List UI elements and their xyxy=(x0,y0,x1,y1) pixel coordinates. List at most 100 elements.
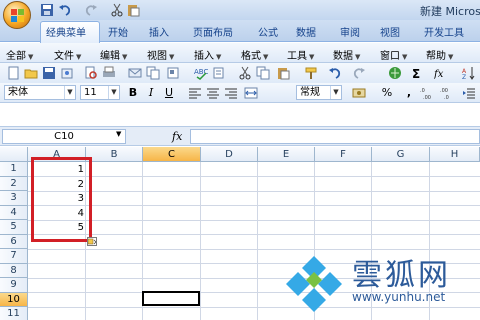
insert-function-button[interactable]: fx xyxy=(172,130,182,143)
menu-edit[interactable]: 编辑 ▼ xyxy=(100,47,127,62)
bold-button[interactable]: B xyxy=(126,86,140,100)
menu-window[interactable]: 窗口 ▼ xyxy=(380,47,407,62)
redo-icon[interactable] xyxy=(84,3,98,17)
undo-icon[interactable] xyxy=(58,3,72,17)
increase-decimal-icon[interactable]: .0.00 xyxy=(420,86,434,101)
highlight-annotation-box xyxy=(31,157,92,242)
row-header-3[interactable]: 3 xyxy=(0,191,28,206)
office-button[interactable] xyxy=(3,1,31,29)
column-header-d[interactable]: D xyxy=(201,147,258,162)
column-header-e[interactable]: E xyxy=(258,147,315,162)
font-size-select[interactable]: 11 ▼ xyxy=(80,85,120,100)
undo-icon[interactable] xyxy=(328,66,342,80)
decrease-decimal-icon[interactable]: .00.0 xyxy=(440,86,454,101)
menu-view-label: 视图 xyxy=(147,51,167,62)
new-document-icon[interactable] xyxy=(6,66,20,80)
menu-all[interactable]: 全部 ▼ xyxy=(6,47,33,62)
row-header-8[interactable]: 8 xyxy=(0,263,28,278)
menu-data[interactable]: 数据 ▼ xyxy=(333,47,360,62)
column-header-h[interactable]: H xyxy=(430,147,480,162)
tab-data[interactable]: 数据 xyxy=(296,24,316,39)
tab-home[interactable]: 开始 xyxy=(108,24,128,39)
currency-format-icon[interactable] xyxy=(352,86,366,100)
autosum-icon[interactable]: Σ xyxy=(410,66,424,81)
save-icon[interactable] xyxy=(40,3,54,17)
svg-text:.0: .0 xyxy=(444,95,449,100)
format-painter-icon[interactable] xyxy=(304,66,318,80)
redo-icon[interactable] xyxy=(352,66,366,80)
menu-format[interactable]: 格式 ▼ xyxy=(241,47,268,62)
chevron-down-icon: ▼ xyxy=(108,86,119,99)
row-header-2[interactable]: 2 xyxy=(0,176,28,191)
print-preview-icon[interactable] xyxy=(84,66,98,80)
chevron-down-icon: ▼ xyxy=(355,53,361,61)
font-name-select[interactable]: 宋体 ▼ xyxy=(4,85,76,100)
paste-icon[interactable] xyxy=(126,3,140,17)
column-header-g[interactable]: G xyxy=(372,147,430,162)
save-icon[interactable] xyxy=(42,66,56,80)
name-box[interactable]: C10 xyxy=(2,129,126,144)
window-title: 新建 Micros xyxy=(420,5,480,18)
tab-view[interactable]: 视图 xyxy=(380,24,400,39)
permission-icon[interactable] xyxy=(60,66,74,80)
email-icon[interactable] xyxy=(128,66,142,80)
menu-all-label: 全部 xyxy=(6,51,26,62)
row-header-11[interactable]: 11 xyxy=(0,307,28,320)
align-left-icon[interactable] xyxy=(188,86,202,100)
open-folder-icon[interactable] xyxy=(24,66,38,80)
row-header-9[interactable]: 9 xyxy=(0,278,28,293)
paste-icon[interactable] xyxy=(276,66,290,80)
menu-insert[interactable]: 插入 ▼ xyxy=(194,47,221,62)
menu-data-label: 数据 xyxy=(333,51,353,62)
align-center-icon[interactable] xyxy=(206,86,220,100)
chevron-down-icon: ▼ xyxy=(76,53,82,61)
column-header-f[interactable]: F xyxy=(315,147,372,162)
align-right-icon[interactable] xyxy=(224,86,238,100)
function-icon[interactable]: fx xyxy=(433,66,448,80)
percent-style-button[interactable]: % xyxy=(380,86,394,100)
comma-style-button[interactable]: , xyxy=(402,86,416,100)
row-header-6[interactable]: 6 xyxy=(0,234,28,249)
tab-page-layout[interactable]: 页面布局 xyxy=(193,24,233,39)
copy-icon[interactable] xyxy=(256,66,270,80)
menu-help[interactable]: 帮助 ▼ xyxy=(426,47,453,62)
svg-text:fx: fx xyxy=(434,69,444,80)
tab-insert[interactable]: 插入 xyxy=(149,24,169,39)
row-header-4[interactable]: 4 xyxy=(0,205,28,220)
menu-insert-label: 插入 xyxy=(194,51,214,62)
hyperlink-icon[interactable] xyxy=(388,66,402,80)
row-header-1[interactable]: 1 xyxy=(0,162,28,177)
row-header-7[interactable]: 7 xyxy=(0,249,28,264)
column-header-c[interactable]: C xyxy=(143,147,201,162)
indent-icon[interactable] xyxy=(462,86,476,100)
cut-icon[interactable] xyxy=(238,66,252,80)
spelling-icon[interactable]: ABC xyxy=(194,66,208,80)
menu-file[interactable]: 文件 ▼ xyxy=(54,47,81,62)
chevron-down-icon[interactable]: ▼ xyxy=(116,130,121,138)
active-cell-c10[interactable] xyxy=(142,291,200,306)
formula-input[interactable] xyxy=(190,129,480,144)
cut-icon[interactable] xyxy=(110,3,124,17)
column-header-b[interactable]: B xyxy=(86,147,143,162)
print-icon[interactable] xyxy=(102,66,116,80)
sort-ascending-icon[interactable]: AZ xyxy=(462,66,476,81)
number-format-select[interactable]: 常规 ▼ xyxy=(296,85,342,100)
ribbon-spacer xyxy=(0,104,480,126)
auto-fill-options-icon[interactable] xyxy=(87,237,97,246)
tab-formulas[interactable]: 公式 xyxy=(258,24,278,39)
research-icon[interactable] xyxy=(212,66,226,80)
font-size-value: 11 xyxy=(84,87,97,98)
menu-view[interactable]: 视图 ▼ xyxy=(147,47,174,62)
tab-classic-menu[interactable]: 经典菜单 xyxy=(46,24,86,39)
menu-tools[interactable]: 工具 ▼ xyxy=(287,47,314,62)
underline-button[interactable]: U xyxy=(162,86,176,100)
attach-icon[interactable] xyxy=(166,66,180,80)
tab-review[interactable]: 审阅 xyxy=(340,24,360,39)
tab-developer[interactable]: 开发工具 xyxy=(424,24,464,39)
row-header-10[interactable]: 10 xyxy=(0,292,28,307)
select-all-corner[interactable] xyxy=(0,147,28,162)
italic-button[interactable]: I xyxy=(144,86,158,100)
merge-center-icon[interactable] xyxy=(244,86,258,100)
row-header-5[interactable]: 5 xyxy=(0,220,28,235)
copy-icon[interactable] xyxy=(146,66,160,80)
